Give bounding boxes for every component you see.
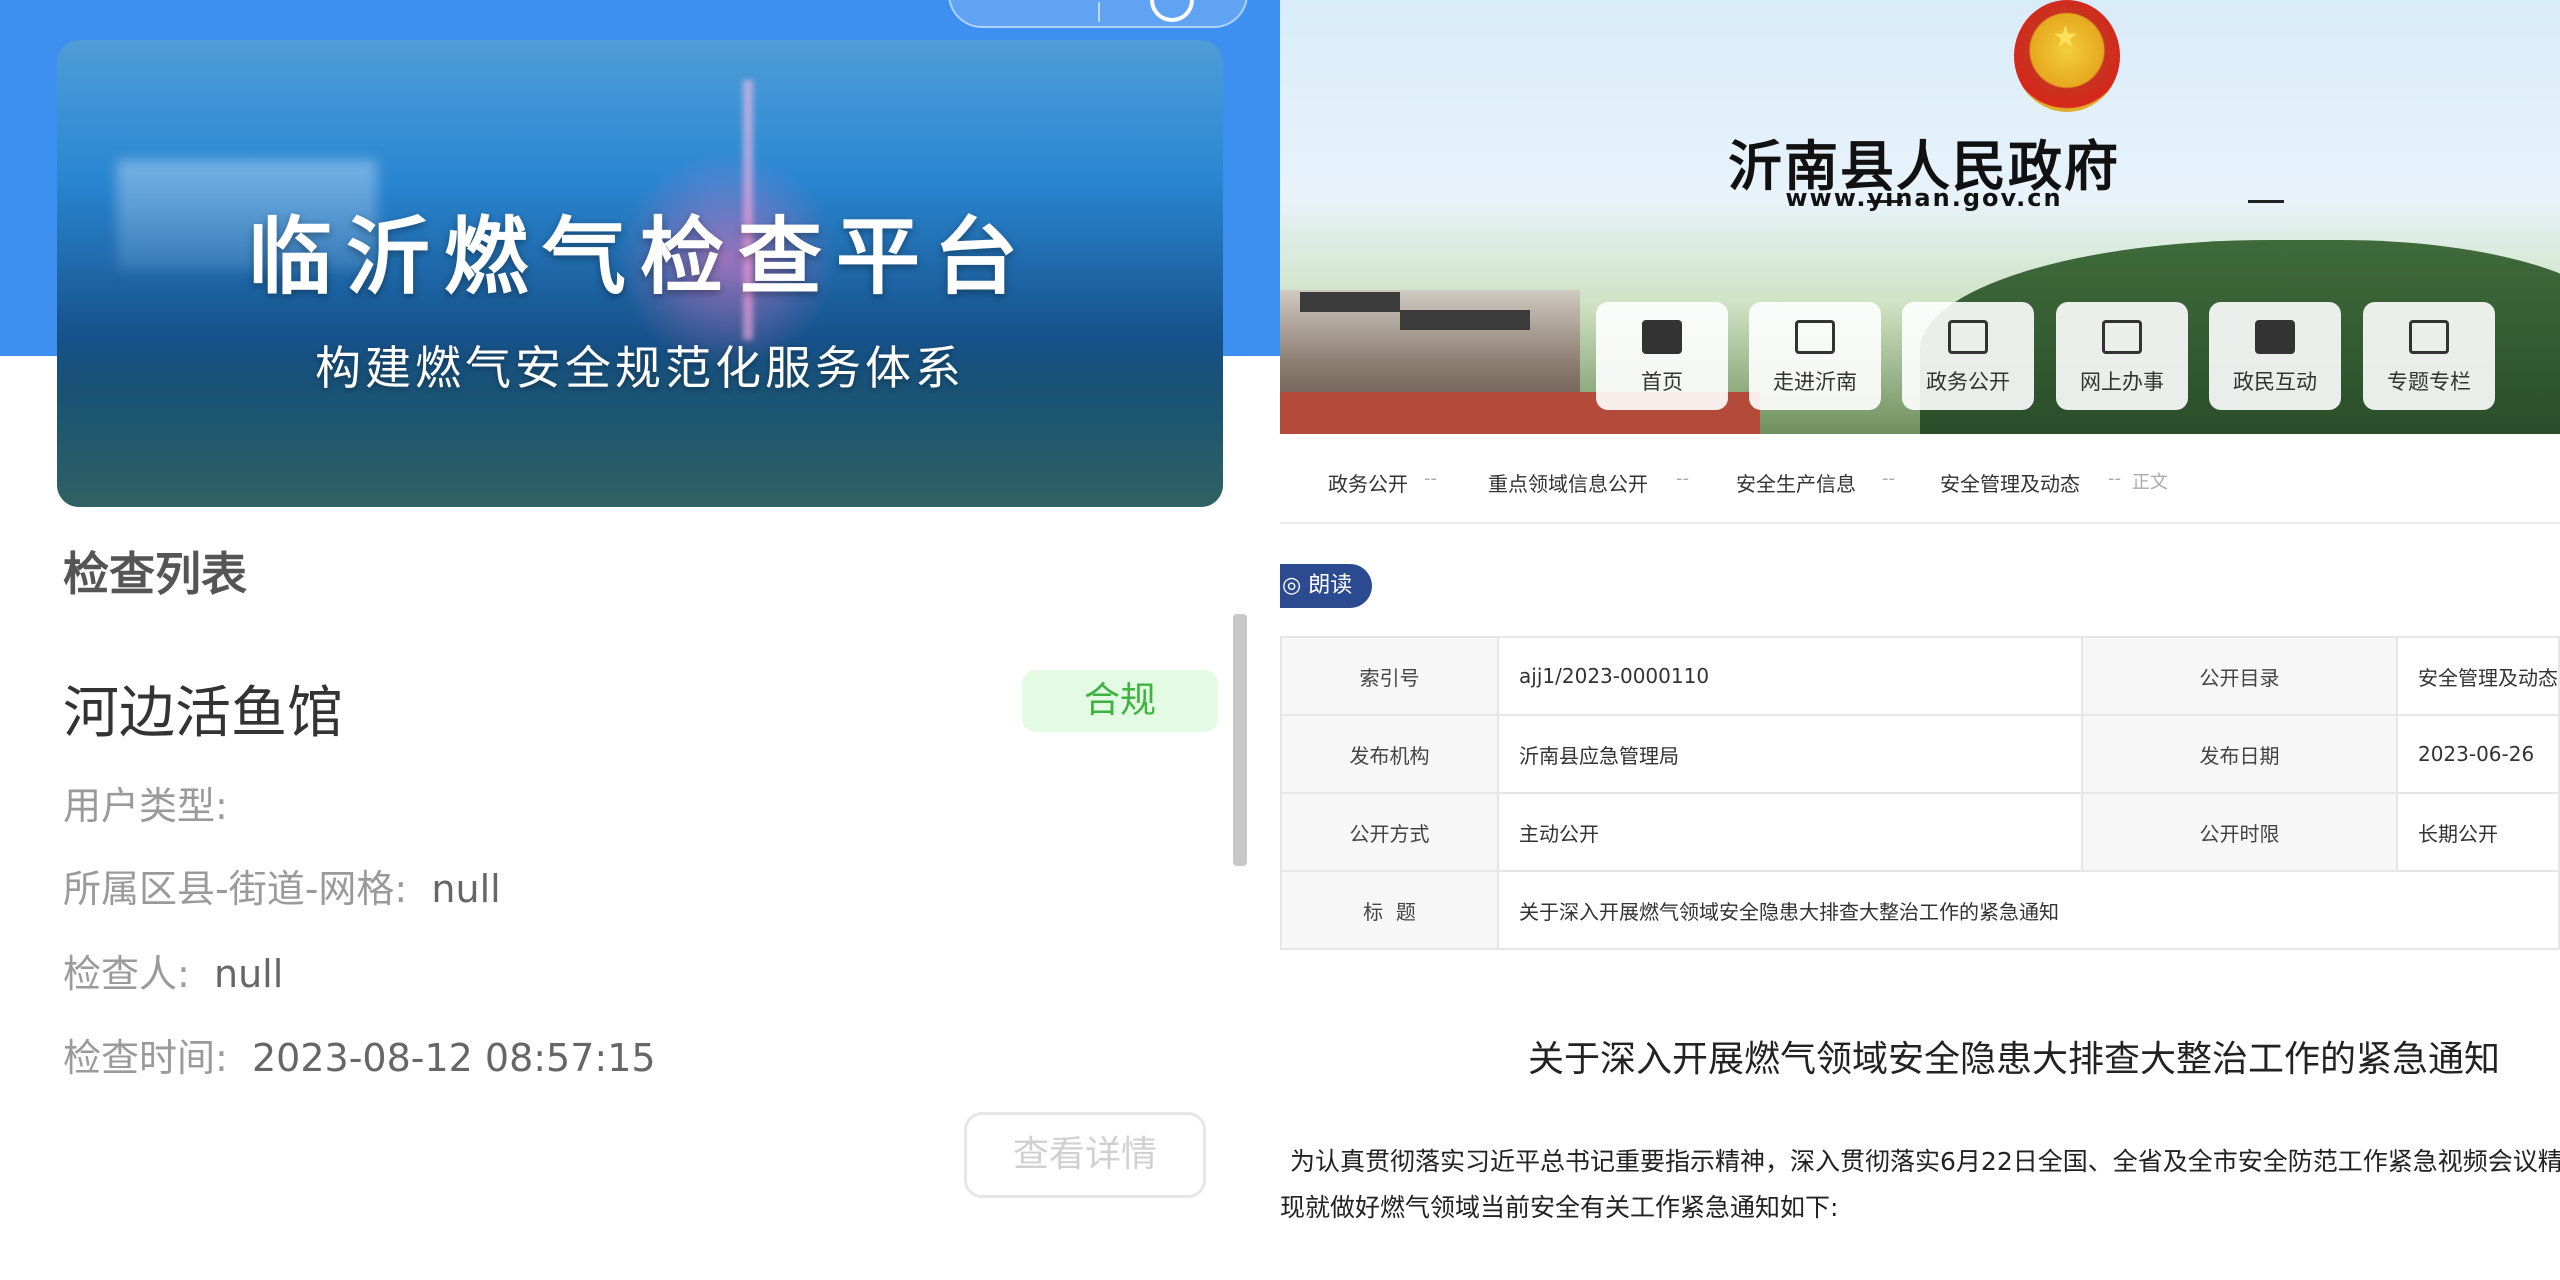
home-icon — [1642, 320, 1682, 354]
divider — [2248, 200, 2284, 203]
field-value: 2023-08-12 08:57:15 — [251, 1036, 656, 1080]
table-value: ajj1/2023-0000110 — [1497, 636, 2083, 716]
nav-special-topics[interactable]: 专题专栏 — [2363, 302, 2495, 410]
table-row: 发布机构 沂南县应急管理局 发布日期 2023-06-26 — [1280, 714, 2560, 794]
article-paragraph: 为认真贯彻落实习近平总书记重要指示精神，深入贯彻落实6月22日全国、全省及全市安… — [1290, 1147, 2560, 1176]
breadcrumb-current: 正文 — [2132, 472, 2168, 493]
scrollbar[interactable] — [1233, 614, 1247, 866]
table-row: 索引号 ajj1/2023-0000110 公开目录 安全管理及动态 — [1280, 636, 2560, 716]
read-aloud-button[interactable]: ◎ 朗读 — [1280, 564, 1372, 608]
field-district: 所属区县-街道-网格: null — [63, 858, 501, 913]
field-inspector: 检查人: null — [63, 943, 283, 998]
status-badge: 合规 — [1022, 670, 1218, 732]
inspection-card-title[interactable]: 河边活鱼馆 — [63, 668, 343, 749]
field-value: null — [213, 952, 284, 996]
table-value: 主动公开 — [1497, 792, 2083, 872]
header-roof — [1300, 292, 1400, 312]
gas-inspection-app: 临沂燃气检查平台 构建燃气安全规范化服务体系 检查列表 河边活鱼馆 合规 用户类… — [0, 0, 1280, 1280]
nav-label: 政民互动 — [2233, 370, 2317, 394]
nav-label: 政务公开 — [1926, 370, 2010, 394]
document-search-icon — [1948, 320, 1988, 354]
national-emblem-icon: ★ — [2014, 0, 2120, 112]
star-icon: ★ — [2052, 20, 2079, 55]
header-roof — [1400, 310, 1530, 330]
breadcrumb-separator: -- — [1676, 468, 1689, 489]
article-title: 关于深入开展燃气领域安全隐患大排查大整治工作的紧急通知 — [1528, 1039, 2501, 1080]
field-label: 所属区县-街道-网格: — [63, 867, 408, 911]
grid-icon — [2409, 320, 2449, 354]
table-value: 长期公开 — [2395, 792, 2560, 872]
table-value: 安全管理及动态 — [2395, 636, 2560, 716]
breadcrumb-separator: -- — [1882, 468, 1895, 489]
article-paragraph: 现就做好燃气领域当前安全有关工作紧急通知如下: — [1280, 1193, 1839, 1222]
document-icon — [1795, 320, 1835, 354]
breadcrumb: 政务公开 -- 重点领域信息公开 -- 安全生产信息 -- 安全管理及动态 --… — [1280, 434, 2560, 524]
field-label: 检查人: — [63, 952, 190, 996]
table-value: 关于深入开展燃气领域安全隐患大排查大整治工作的紧急通知 — [1497, 870, 2560, 950]
nav-interaction[interactable]: 政民互动 — [2209, 302, 2341, 410]
capsule-divider — [1098, 2, 1100, 22]
table-key: 公开目录 — [2080, 636, 2398, 716]
breadcrumb-separator: -- — [2108, 468, 2121, 489]
nav-about-yinan[interactable]: 走进沂南 — [1749, 302, 1881, 410]
field-label: 用户类型: — [63, 784, 228, 828]
document-meta-table: 索引号 ajj1/2023-0000110 公开目录 安全管理及动态 发布机构 … — [1280, 636, 2560, 950]
field-user-type: 用户类型: — [63, 775, 240, 830]
table-key: 公开方式 — [1280, 792, 1500, 872]
breadcrumb-item[interactable]: 安全生产信息 — [1736, 468, 1856, 497]
breadcrumb-item[interactable]: 安全管理及动态 — [1940, 468, 2080, 497]
table-value: 2023-06-26 — [2395, 714, 2560, 794]
table-key: 标 题 — [1280, 870, 1500, 950]
list-heading: 检查列表 — [63, 547, 247, 601]
nav-home[interactable]: 首页 — [1596, 302, 1728, 410]
books-icon — [2255, 320, 2295, 354]
site-url: www.yinan.gov.cn — [1785, 184, 2063, 212]
banner-title: 临沂燃气检查平台 — [247, 207, 1032, 306]
table-key: 公开时限 — [2080, 792, 2398, 872]
field-inspection-time: 检查时间: 2023-08-12 08:57:15 — [63, 1027, 656, 1082]
nav-gov-affairs[interactable]: 政务公开 — [1902, 302, 2034, 410]
table-row: 公开方式 主动公开 公开时限 长期公开 — [1280, 792, 2560, 872]
nav-label: 走进沂南 — [1773, 370, 1857, 394]
close-circle-icon[interactable] — [1150, 0, 1194, 22]
table-key: 发布机构 — [1280, 714, 1500, 794]
table-row: 标 题 关于深入开展燃气领域安全隐患大排查大整治工作的紧急通知 — [1280, 870, 2560, 950]
breadcrumb-separator: -- — [1424, 468, 1437, 489]
nav-label: 网上办事 — [2080, 370, 2164, 394]
site-header: ★ 沂南县人民政府 www.yinan.gov.cn 首页 走进沂南 政务公开 … — [1280, 0, 2560, 460]
breadcrumb-item[interactable]: 重点领域信息公开 — [1488, 468, 1648, 497]
gov-website: ★ 沂南县人民政府 www.yinan.gov.cn 首页 走进沂南 政务公开 … — [1280, 0, 2560, 1280]
nav-label: 首页 — [1641, 370, 1683, 394]
field-value: null — [431, 867, 501, 911]
field-label: 检查时间: — [63, 1036, 228, 1080]
breadcrumb-item[interactable]: 政务公开 — [1328, 468, 1408, 497]
mini-program-capsule[interactable] — [948, 0, 1248, 28]
table-value: 沂南县应急管理局 — [1497, 714, 2083, 794]
table-key: 发布日期 — [2080, 714, 2398, 794]
table-key: 索引号 — [1280, 636, 1500, 716]
banner: 临沂燃气检查平台 构建燃气安全规范化服务体系 — [57, 40, 1223, 507]
read-aloud-label: 朗读 — [1308, 573, 1353, 598]
view-details-button[interactable]: 查看详情 — [964, 1112, 1206, 1198]
service-icon — [2102, 320, 2142, 354]
speaker-icon: ◎ — [1282, 573, 1302, 598]
nav-label: 专题专栏 — [2387, 370, 2471, 394]
nav-online-service[interactable]: 网上办事 — [2056, 302, 2188, 410]
banner-subtitle: 构建燃气安全规范化服务体系 — [315, 341, 965, 395]
